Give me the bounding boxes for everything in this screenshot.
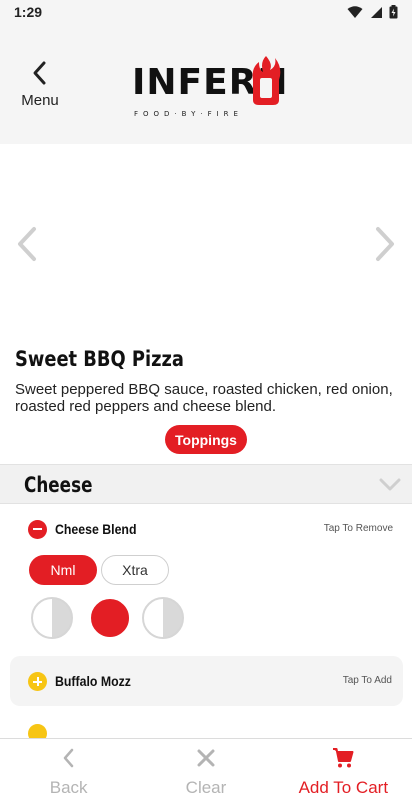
chevron-down-icon[interactable] <box>378 477 402 493</box>
back-to-menu-button[interactable]: Menu <box>16 60 64 114</box>
chevron-left-icon[interactable] <box>14 226 40 262</box>
status-time: 1:29 <box>14 4 43 20</box>
back-button[interactable]: Back <box>0 739 137 800</box>
topping-row-buffalo-mozz[interactable]: Buffalo Mozz Tap To Add <box>10 656 403 706</box>
topping-name: Cheese Blend <box>55 521 137 537</box>
product-title: Sweet BBQ Pizza <box>15 347 184 371</box>
add-circle-icon[interactable] <box>28 672 47 691</box>
add-to-cart-button[interactable]: Add To Cart <box>275 739 412 800</box>
topping-name: Buffalo Mozz <box>55 673 131 689</box>
portion-right-half-icon[interactable] <box>142 597 184 639</box>
signal-icon <box>371 6 382 18</box>
product-image-carousel <box>0 144 412 344</box>
amount-normal-button[interactable]: Nml <box>29 555 97 585</box>
section-header-cheese[interactable]: Cheese <box>0 464 412 504</box>
page: 1:29 Menu INFERN FOOD·BY·FIRE Sweet BBQ … <box>0 0 412 800</box>
topping-action-hint: Tap To Add <box>342 675 392 686</box>
amount-selector: Nml Xtra <box>29 555 169 585</box>
logo-tagline: FOOD·BY·FIRE <box>134 110 243 118</box>
chevron-left-icon <box>63 748 73 768</box>
chevron-right-icon[interactable] <box>372 226 398 262</box>
battery-icon <box>389 5 398 19</box>
back-menu-label: Menu <box>21 92 59 109</box>
wifi-icon <box>347 5 363 18</box>
flame-o-icon <box>252 56 281 105</box>
toppings-button[interactable]: Toppings <box>165 425 247 454</box>
bottom-action-bar: Back Clear Add To Cart <box>0 738 412 800</box>
back-label: Back <box>49 778 88 797</box>
status-bar: 1:29 <box>0 0 412 24</box>
status-icons <box>347 5 398 19</box>
section-title: Cheese <box>24 473 93 497</box>
topping-row-cheese-blend[interactable]: Cheese Blend Tap To Remove <box>0 512 412 548</box>
amount-extra-button[interactable]: Xtra <box>101 555 169 585</box>
portion-left-half-icon[interactable] <box>31 597 73 639</box>
chevron-left-icon <box>33 61 46 85</box>
cart-icon <box>333 748 354 768</box>
product-description: Sweet peppered BBQ sauce, roasted chicke… <box>15 381 393 415</box>
clear-button[interactable]: Clear <box>137 739 274 800</box>
add-to-cart-label: Add To Cart <box>298 778 389 797</box>
topping-action-hint: Tap To Remove <box>323 523 393 534</box>
inferno-logo: INFERN FOOD·BY·FIRE <box>132 54 288 146</box>
remove-circle-icon[interactable] <box>28 520 47 539</box>
close-icon <box>197 749 215 767</box>
clear-label: Clear <box>185 778 227 797</box>
app-header: Menu INFERN FOOD·BY·FIRE <box>0 24 412 144</box>
portion-whole-icon[interactable] <box>89 597 131 639</box>
